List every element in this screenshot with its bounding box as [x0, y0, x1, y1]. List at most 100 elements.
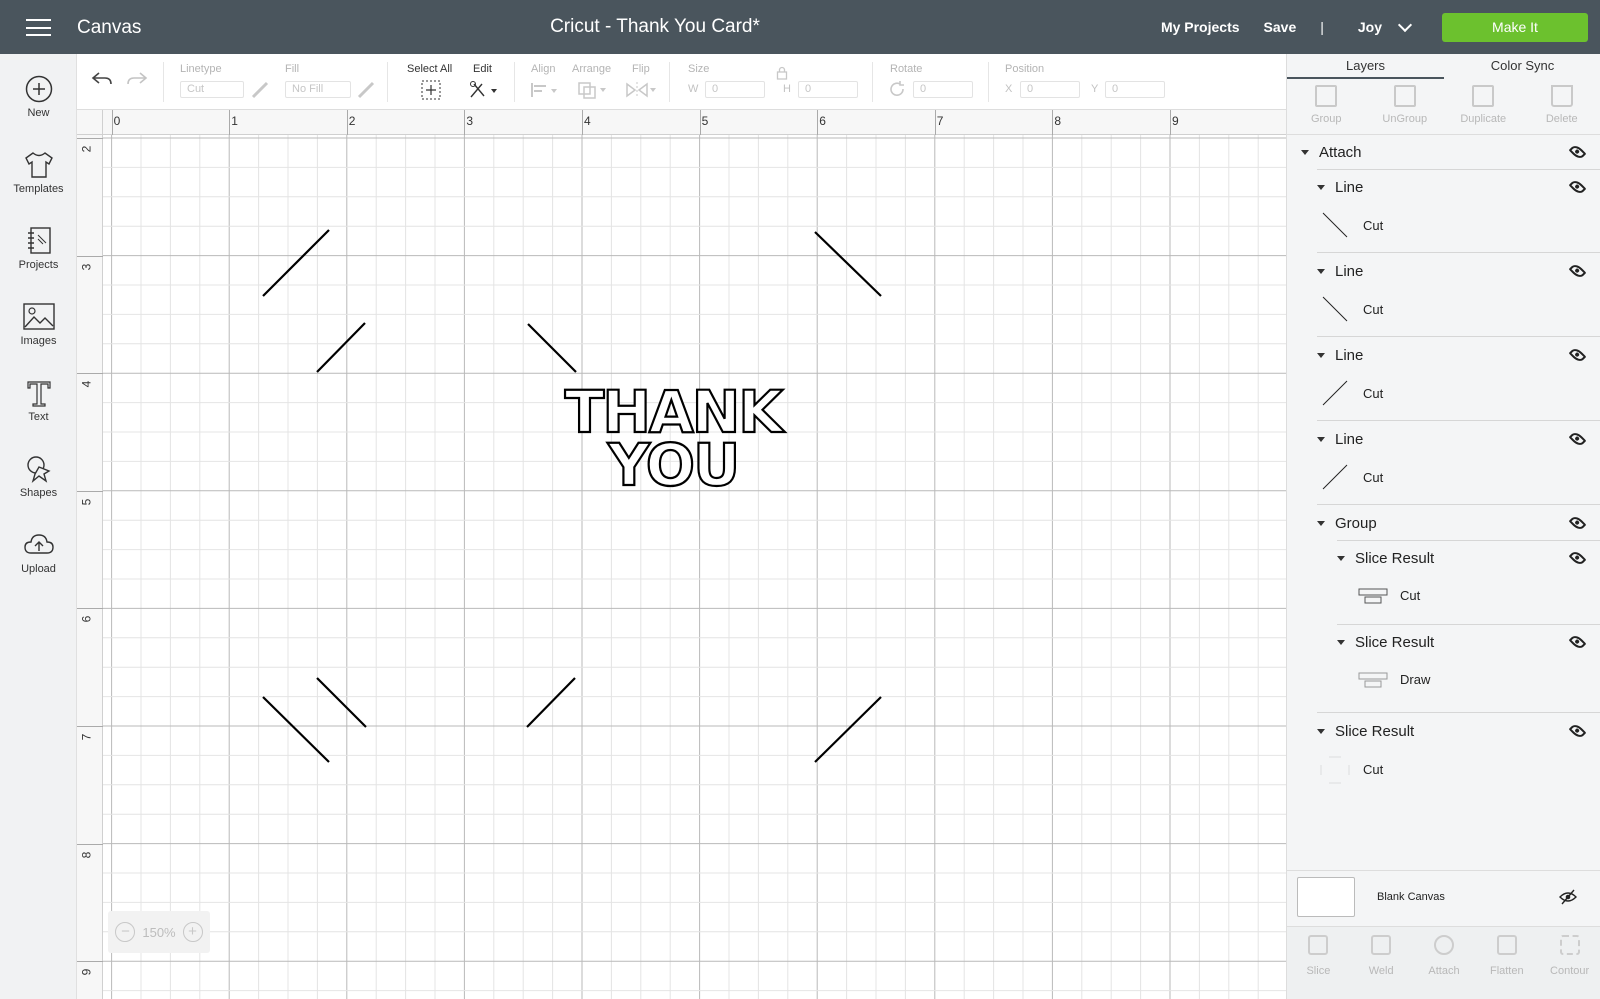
undo-icon[interactable] — [91, 70, 113, 88]
layer-slice-result-3[interactable]: Slice Result — [1287, 720, 1600, 742]
sidebar-item-new[interactable]: New — [0, 74, 77, 119]
caret-down-icon[interactable] — [1301, 149, 1309, 155]
design-text-you[interactable]: YOU — [606, 430, 742, 500]
layer-line-4-op[interactable]: Cut — [1287, 463, 1600, 493]
cut-guide-line[interactable] — [316, 677, 367, 728]
my-projects-link[interactable]: My Projects — [1161, 19, 1240, 35]
ruler-tick-label: 8 — [79, 851, 94, 858]
layer-slice-result-2[interactable]: Slice Result — [1287, 631, 1600, 653]
lock-icon[interactable] — [776, 66, 788, 80]
sidebar-item-shapes[interactable]: Shapes — [0, 454, 77, 499]
caret-down-icon[interactable] — [1317, 520, 1325, 526]
arrange-icon[interactable] — [577, 81, 607, 99]
delete-button[interactable]: Delete — [1523, 79, 1600, 134]
sidebar-item-templates[interactable]: Templates — [0, 150, 77, 195]
zoom-out-button[interactable]: − — [115, 922, 136, 942]
eye-icon[interactable] — [1568, 633, 1587, 651]
layer-slice-result-1[interactable]: Slice Result — [1287, 547, 1600, 569]
save-link[interactable]: Save — [1264, 19, 1297, 35]
eye-hidden-icon[interactable] — [1559, 889, 1577, 905]
select-all-icon[interactable] — [421, 80, 441, 100]
cut-guide-line[interactable] — [262, 229, 330, 297]
layer-attach[interactable]: Attach — [1287, 141, 1600, 163]
align-icon[interactable] — [530, 82, 558, 98]
eye-icon[interactable] — [1568, 430, 1587, 448]
layer-line-2[interactable]: Line — [1287, 260, 1600, 282]
height-input[interactable]: 0 — [798, 81, 858, 98]
sidebar-item-projects[interactable]: Projects — [0, 226, 77, 271]
fill-color-icon[interactable] — [357, 81, 375, 99]
edit-scissors-icon[interactable] — [469, 80, 499, 100]
layer-line-2-op[interactable]: Cut — [1287, 295, 1600, 325]
make-it-button[interactable]: Make It — [1442, 12, 1588, 42]
duplicate-button[interactable]: Duplicate — [1444, 79, 1523, 134]
cut-guide-line[interactable] — [527, 323, 577, 373]
eye-icon[interactable] — [1568, 143, 1587, 161]
fill-select[interactable]: No Fill — [285, 81, 351, 98]
redo-icon[interactable] — [126, 70, 148, 88]
rotate-input[interactable]: 0 — [913, 81, 973, 98]
caret-down-icon[interactable] — [1337, 555, 1345, 561]
eye-icon[interactable] — [1568, 178, 1587, 196]
attach-button[interactable]: Attach — [1413, 927, 1476, 999]
group-button[interactable]: Group — [1287, 79, 1366, 134]
layer-slice-result-1-op[interactable]: Cut — [1287, 581, 1600, 611]
design-canvas[interactable]: THANK YOU 0 1 2 3 4 5 6 7 8 9 2 3 4 5 6 7 8 9 − 150% + — [77, 110, 1286, 999]
slice-button[interactable]: Slice — [1287, 927, 1350, 999]
eye-icon[interactable] — [1568, 262, 1587, 280]
contour-button[interactable]: Contour — [1538, 927, 1600, 999]
zoom-in-button[interactable]: + — [182, 922, 203, 942]
caret-down-icon[interactable] — [1317, 728, 1325, 734]
caret-down-icon[interactable] — [1317, 436, 1325, 442]
cut-guide-line[interactable] — [316, 322, 366, 373]
layer-line-3[interactable]: Line — [1287, 344, 1600, 366]
cut-guide-line[interactable] — [814, 231, 882, 297]
blank-canvas-layer[interactable]: Blank Canvas — [1287, 870, 1600, 926]
cut-guide-line[interactable] — [262, 696, 330, 763]
eye-icon[interactable] — [1568, 514, 1587, 532]
ruler-tick — [77, 843, 103, 845]
cut-guide-line[interactable] — [814, 696, 882, 763]
duplicate-icon — [1472, 85, 1495, 107]
layer-line-3-op[interactable]: Cut — [1287, 379, 1600, 409]
cut-guide-line[interactable] — [526, 677, 576, 728]
layer-line-1[interactable]: Line — [1287, 176, 1600, 198]
hamburger-menu-icon[interactable] — [26, 19, 51, 36]
weld-label: Weld — [1368, 965, 1394, 977]
blank-canvas-swatch[interactable] — [1297, 877, 1355, 917]
tab-color-sync[interactable]: Color Sync — [1444, 54, 1600, 79]
canvas-grid[interactable]: THANKYOU — [103, 135, 1286, 999]
tab-layers[interactable]: Layers — [1287, 54, 1444, 79]
eye-icon[interactable] — [1568, 722, 1587, 740]
height-label: H — [783, 83, 791, 95]
sidebar-item-images[interactable]: Images — [0, 302, 77, 347]
layer-slice-result-2-op[interactable]: Draw — [1287, 665, 1600, 695]
caret-down-icon[interactable] — [1317, 352, 1325, 358]
caret-down-icon[interactable] — [1317, 268, 1325, 274]
flatten-button[interactable]: Flatten — [1475, 927, 1538, 999]
caret-down-icon[interactable] — [1337, 639, 1345, 645]
chevron-down-icon[interactable] — [1397, 17, 1413, 32]
layer-group[interactable]: Group — [1287, 512, 1600, 534]
width-label: W — [688, 83, 699, 95]
x-position-input[interactable]: 0 — [1020, 81, 1080, 98]
rotate-icon[interactable] — [888, 80, 906, 98]
pen-color-icon[interactable] — [251, 81, 269, 99]
weld-button[interactable]: Weld — [1350, 927, 1413, 999]
linetype-select[interactable]: Cut — [180, 81, 244, 98]
eye-icon[interactable] — [1568, 549, 1587, 567]
layer-line-4[interactable]: Line — [1287, 428, 1600, 450]
ungroup-button[interactable]: UnGroup — [1366, 79, 1445, 134]
eye-icon[interactable] — [1568, 346, 1587, 364]
width-input[interactable]: 0 — [705, 81, 765, 98]
flip-icon[interactable] — [625, 81, 657, 99]
sidebar-label-images: Images — [20, 335, 57, 347]
sidebar-item-upload[interactable]: Upload — [0, 530, 77, 575]
user-menu-name[interactable]: Joy — [1358, 19, 1382, 35]
sidebar-item-text[interactable]: Text — [0, 378, 77, 423]
ruler-tick — [77, 138, 103, 139]
y-position-input[interactable]: 0 — [1105, 81, 1165, 98]
caret-down-icon[interactable] — [1317, 184, 1325, 190]
layer-line-1-op[interactable]: Cut — [1287, 211, 1600, 241]
layer-slice-result-3-op[interactable]: Cut — [1287, 755, 1600, 785]
